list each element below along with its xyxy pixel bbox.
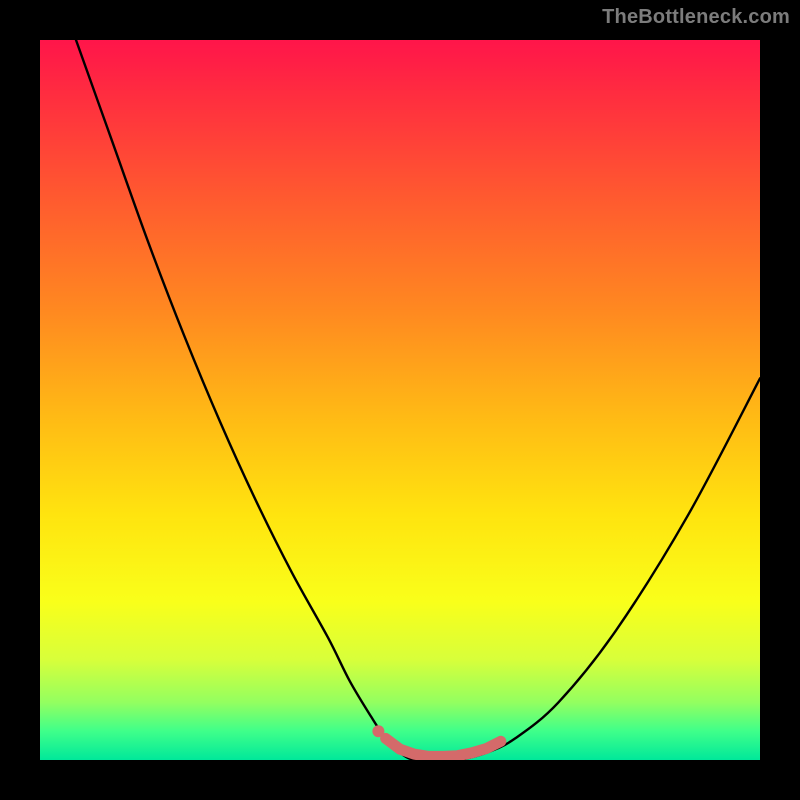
bottleneck-curve-path	[76, 40, 760, 760]
highlight-band	[386, 738, 501, 756]
highlight-band-path	[386, 738, 501, 756]
watermark-text: TheBottleneck.com	[602, 6, 790, 29]
chart-svg	[40, 40, 760, 760]
chart-plot-area	[40, 40, 760, 760]
chart-frame: TheBottleneck.com	[0, 0, 800, 800]
highlight-dot	[372, 725, 384, 737]
